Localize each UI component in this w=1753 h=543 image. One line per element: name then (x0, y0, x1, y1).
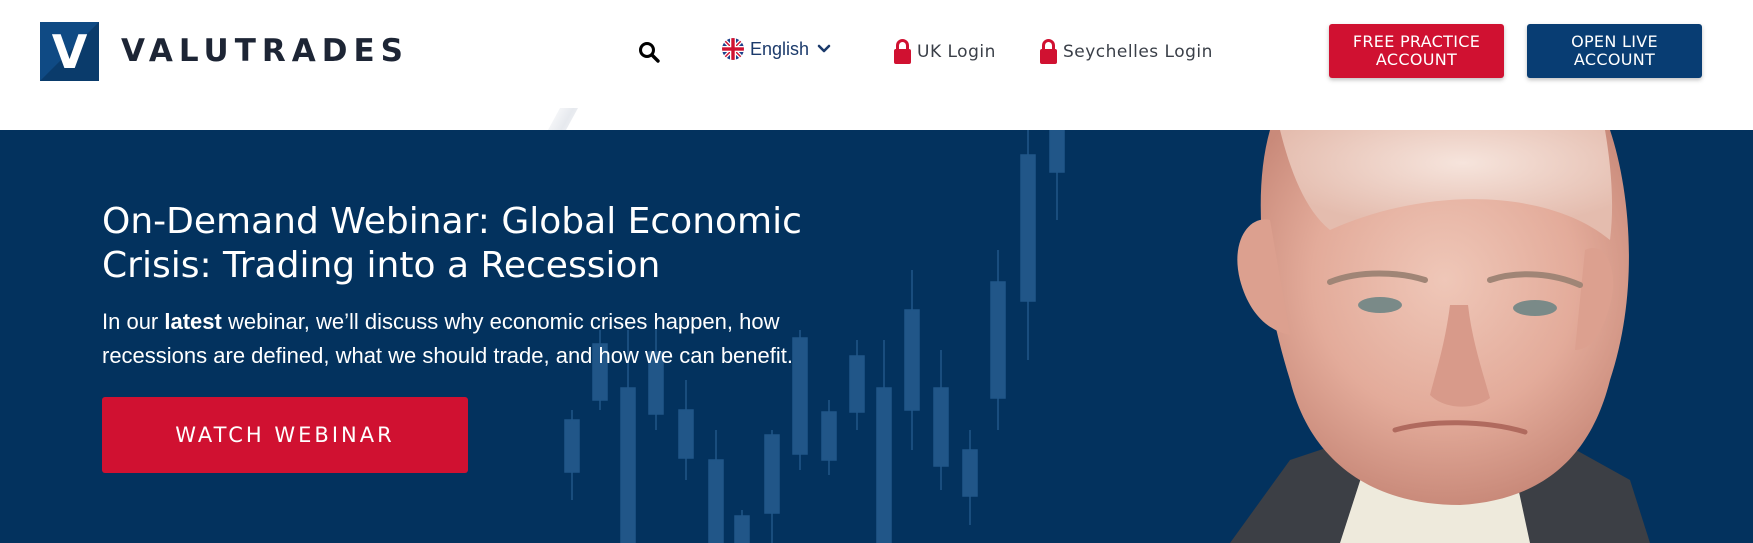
language-selector[interactable]: English (722, 38, 831, 60)
seychelles-login-link[interactable]: Seychelles Login (1039, 38, 1213, 65)
hero-title-line2: Crisis: Trading into a Recession (102, 245, 661, 286)
chevron-down-icon (817, 44, 831, 53)
free-practice-line1: FREE PRACTICE (1352, 32, 1481, 51)
logo-mark-icon: V (40, 22, 99, 81)
hero-title: On-Demand Webinar: Global Economic Crisi… (102, 200, 882, 288)
uk-flag-icon (722, 38, 744, 60)
uk-login-link[interactable]: UK Login (893, 38, 996, 65)
presenter-photo (1230, 130, 1650, 543)
open-live-line2: ACCOUNT (1573, 50, 1656, 69)
logo-letter: V (52, 25, 88, 79)
decorative-sliver (548, 108, 578, 130)
language-label: English (750, 38, 810, 59)
watch-webinar-button[interactable]: WATCH WEBINAR (102, 397, 468, 473)
hero-title-line1: On-Demand Webinar: Global Economic (102, 201, 802, 242)
hero-desc-intro: In our (102, 309, 165, 334)
hero-banner: On-Demand Webinar: Global Economic Crisi… (0, 130, 1753, 543)
open-live-account-button[interactable]: OPEN LIVE ACCOUNT (1527, 24, 1702, 78)
site-header: V VALUTRADES English UK Login Seychelles… (0, 0, 1753, 130)
uk-login-label: UK Login (917, 41, 996, 62)
open-live-line1: OPEN LIVE (1571, 32, 1658, 51)
lock-icon (894, 39, 911, 64)
logo-wordmark: VALUTRADES (121, 33, 409, 69)
seychelles-login-label: Seychelles Login (1063, 41, 1213, 62)
hero-description: In our latest webinar, we’ll discuss why… (102, 305, 862, 373)
free-practice-account-button[interactable]: FREE PRACTICE ACCOUNT (1329, 24, 1504, 78)
free-practice-line2: ACCOUNT (1375, 50, 1458, 69)
search-icon[interactable] (637, 40, 661, 64)
hero-desc-bold: latest (164, 309, 222, 334)
lock-icon (1040, 39, 1057, 64)
watch-webinar-label: WATCH WEBINAR (175, 423, 395, 447)
valutrades-logo[interactable]: V VALUTRADES (40, 22, 409, 81)
